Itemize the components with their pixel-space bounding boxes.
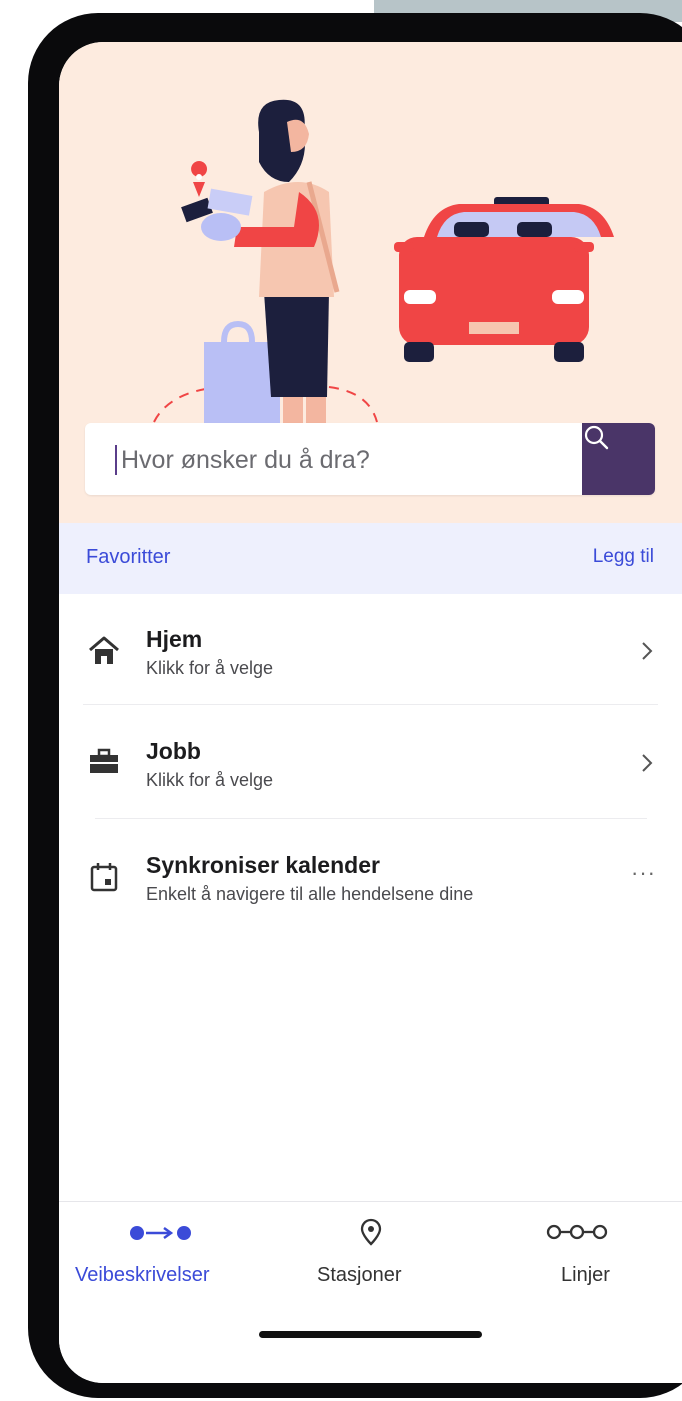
briefcase-icon bbox=[90, 748, 118, 773]
app-screen: Favoritter Legg til Hjem Klikk for å vel… bbox=[59, 42, 682, 1383]
chevron-right-icon bbox=[642, 754, 653, 772]
search-input[interactable] bbox=[119, 437, 563, 483]
search-button[interactable] bbox=[582, 423, 655, 495]
text-caret bbox=[115, 445, 117, 475]
item-subtitle: Klikk for å velge bbox=[146, 770, 274, 790]
tab-directions[interactable]: Veibeskrivelser bbox=[59, 1202, 259, 1302]
location-pin-icon bbox=[360, 1218, 382, 1246]
tab-label: Veibeskrivelser bbox=[75, 1264, 210, 1286]
item-title: Synkroniser kalender bbox=[146, 852, 380, 878]
route-icon bbox=[130, 1226, 191, 1240]
tab-lines[interactable]: Linjer bbox=[519, 1202, 659, 1302]
tab-label: Linjer bbox=[561, 1264, 610, 1286]
item-title: Hjem bbox=[146, 626, 203, 652]
tab-label: Stasjoner bbox=[317, 1264, 402, 1286]
item-title: Jobb bbox=[146, 738, 201, 764]
lines-icon bbox=[546, 1224, 608, 1240]
divider bbox=[83, 704, 658, 705]
add-favorite-link[interactable]: Legg til bbox=[593, 546, 654, 568]
hero-illustration bbox=[59, 42, 682, 523]
favorites-header: Favoritter Legg til bbox=[59, 523, 682, 594]
chevron-right-icon bbox=[642, 642, 653, 660]
more-options-icon[interactable]: ··· bbox=[631, 860, 656, 886]
favorite-work[interactable]: Jobb Klikk for å velge bbox=[59, 706, 682, 816]
item-subtitle: Enkelt å navigere til alle hendelsene di… bbox=[146, 884, 474, 904]
item-subtitle: Klikk for å velge bbox=[146, 658, 274, 678]
home-icon bbox=[89, 636, 119, 664]
divider bbox=[95, 818, 647, 819]
search-bar bbox=[85, 423, 655, 495]
calendar-icon bbox=[90, 863, 118, 892]
favorites-title: Favoritter bbox=[86, 546, 171, 568]
favorite-home[interactable]: Hjem Klikk for å velge bbox=[59, 594, 682, 704]
search-icon bbox=[584, 425, 609, 450]
bottom-tab-bar: Veibeskrivelser Stasjoner Linjer bbox=[59, 1201, 682, 1383]
home-indicator bbox=[259, 1331, 482, 1338]
sync-calendar-item[interactable]: Synkroniser kalender Enkelt å navigere t… bbox=[59, 820, 682, 930]
tab-stations[interactable]: Stasjoner bbox=[304, 1202, 444, 1302]
